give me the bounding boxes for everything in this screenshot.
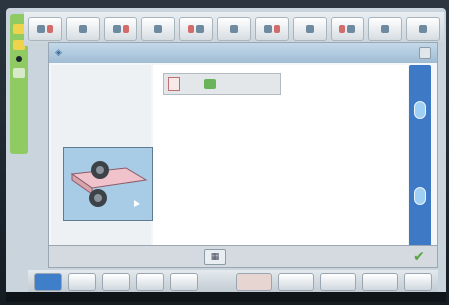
bottom-toolbar: [28, 270, 438, 294]
tool-icon: [36, 25, 45, 33]
table-button[interactable]: ▦: [204, 249, 226, 265]
confirm-check-icon[interactable]: ✔: [411, 249, 427, 265]
power-button[interactable]: [404, 273, 432, 291]
tool-icon: [419, 25, 428, 33]
tool-icon: [229, 25, 238, 33]
toolbar-button-7[interactable]: [254, 17, 289, 41]
tool-icon: [381, 25, 390, 33]
open-folder-button[interactable]: [136, 273, 164, 291]
tool-icon: [263, 25, 272, 33]
scroll-rail[interactable]: [409, 65, 431, 247]
tool-icon: [339, 25, 346, 33]
tool-icon: [112, 25, 121, 33]
dialog-footer: ▦ ✔: [49, 245, 437, 267]
copy-button[interactable]: [102, 273, 130, 291]
window-icon: ◈: [55, 48, 62, 58]
press-diagram-icon: [64, 148, 152, 220]
toolbar-button-8[interactable]: [292, 17, 327, 41]
globe-button[interactable]: [34, 273, 62, 291]
toolbar-button-1[interactable]: [28, 17, 62, 41]
table-icon: ▦: [210, 252, 220, 262]
preview-thumbnail[interactable]: [63, 147, 153, 221]
save-button[interactable]: [170, 273, 198, 291]
tool-icon: [273, 25, 280, 33]
cut-button[interactable]: [68, 273, 96, 291]
toolbar-button-6[interactable]: [217, 17, 251, 41]
tool-icon: [305, 25, 314, 33]
close-button[interactable]: [419, 47, 431, 59]
dialog-titlebar[interactable]: ◈: [49, 43, 437, 63]
scroll-down-button[interactable]: [414, 187, 426, 205]
toolbar-button-2[interactable]: [65, 17, 100, 41]
toolbar-button-5[interactable]: [179, 17, 214, 41]
scroll-up-button[interactable]: [414, 101, 426, 119]
settings-button[interactable]: [278, 273, 314, 291]
toolbar-button-10[interactable]: [368, 17, 403, 41]
tool-icon: [196, 25, 205, 33]
tool-icon: [154, 25, 163, 33]
record-icon[interactable]: [16, 56, 22, 62]
top-toolbar: [24, 12, 444, 46]
toolbar-button-9[interactable]: [330, 17, 365, 41]
layer-icon[interactable]: [13, 68, 25, 78]
toolbar-button-11[interactable]: [406, 17, 440, 41]
status-bar: [6, 292, 446, 302]
tool-icon: [78, 25, 87, 33]
toolbar-button-3[interactable]: [103, 17, 138, 41]
tool-icon: [347, 25, 356, 33]
parameter-header[interactable]: [163, 73, 281, 95]
layer-button[interactable]: [320, 273, 356, 291]
tool-icon: [188, 25, 195, 33]
grid-icon: [168, 77, 180, 91]
toolbar-button-4[interactable]: [141, 17, 176, 41]
chart-icon: [204, 79, 216, 89]
view-button[interactable]: [362, 273, 398, 291]
content-area: [153, 65, 408, 247]
side-panel: [51, 65, 153, 245]
table-tool-button[interactable]: [236, 273, 272, 291]
tool-icon: [122, 25, 129, 33]
tool-icon: [46, 25, 53, 33]
dialog-window: ◈ ▦ ✔: [48, 42, 438, 268]
screen: ◈ ▦ ✔: [6, 8, 446, 300]
